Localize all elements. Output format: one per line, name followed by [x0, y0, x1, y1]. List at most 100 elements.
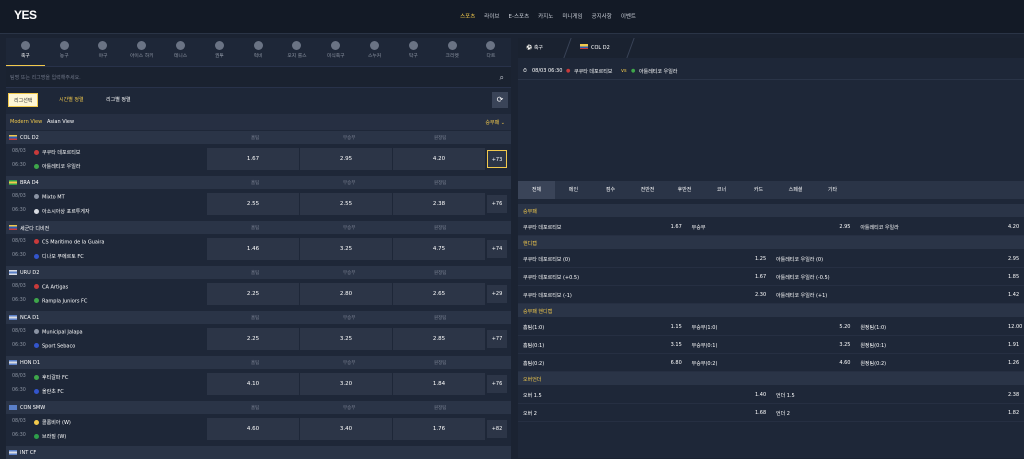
market-odd[interactable]: 3.15	[671, 342, 682, 348]
market-option[interactable]: 언더 2	[776, 410, 790, 417]
market-option[interactable]: 쿠쿠타 데포르티보 (+0.5)	[523, 274, 579, 281]
market-tab[interactable]: 메인	[555, 181, 592, 199]
market-section-title[interactable]: 승무패	[518, 204, 1024, 217]
market-section-title[interactable]: 핸디캡	[518, 236, 1024, 249]
more-markets-button[interactable]: +76	[487, 195, 507, 213]
home-team[interactable]: Municipal Jalapa	[34, 329, 83, 336]
market-option[interactable]: 오버 1.5	[523, 392, 542, 399]
odds-home-button[interactable]: 1.46	[207, 238, 299, 260]
odds-draw-button[interactable]: 3.25	[300, 238, 392, 260]
sport-tab[interactable]: 럭비	[239, 38, 278, 66]
more-markets-button[interactable]: +73	[487, 150, 507, 168]
more-markets-button[interactable]: +29	[487, 285, 507, 303]
odds-away-button[interactable]: 2.85	[393, 328, 485, 350]
market-option[interactable]: 오버 2	[523, 410, 537, 417]
home-team[interactable]: 콜롬비아 (W)	[34, 419, 71, 426]
sport-tab[interactable]: 스누커	[355, 38, 394, 66]
market-option[interactable]: 무승부(0:2)	[692, 360, 718, 367]
nav-sports[interactable]: 스포츠	[460, 12, 475, 20]
sport-tab[interactable]: 크리켓	[433, 38, 472, 66]
league-header[interactable]: NCA D1 홈팀 무승부 원정팀	[6, 311, 511, 324]
market-odd[interactable]: 1.42	[1008, 292, 1019, 298]
search-input[interactable]: 팀명 또는 리그명을 입력해주세요.	[10, 74, 81, 81]
market-odd[interactable]: 4.20	[1008, 224, 1019, 230]
market-odd[interactable]: 3.25	[839, 342, 850, 348]
sport-tab[interactable]: 농구	[45, 38, 84, 66]
odds-away-button[interactable]: 2.65	[393, 283, 485, 305]
odds-draw-button[interactable]: 2.55	[300, 193, 392, 215]
market-option[interactable]: 아틀레티코 우일라 (0)	[776, 256, 823, 263]
odds-away-button[interactable]: 1.76	[393, 418, 485, 440]
away-team[interactable]: 브라질 (W)	[34, 433, 66, 440]
league-header[interactable]: 세군다 디비전 홈팀 무승부 원정팀	[6, 221, 511, 234]
home-team[interactable]: CA Artigas	[34, 284, 68, 291]
market-odd[interactable]: 1.67	[755, 274, 766, 280]
league-header[interactable]: HON D1 홈팀 무승부 원정팀	[6, 356, 511, 369]
more-markets-button[interactable]: +77	[487, 330, 507, 348]
market-tab[interactable]: 점수	[592, 181, 629, 199]
odds-home-button[interactable]: 2.25	[207, 283, 299, 305]
market-option[interactable]: 쿠쿠타 데포르티보 (0)	[523, 256, 570, 263]
league-select-button[interactable]: 리그선택	[8, 93, 39, 107]
market-option[interactable]: 쿠쿠타 데포르티보	[523, 224, 561, 231]
market-odd[interactable]: 2.30	[755, 292, 766, 298]
odds-away-button[interactable]: 2.38	[393, 193, 485, 215]
odds-away-button[interactable]: 4.75	[393, 238, 485, 260]
odds-home-button[interactable]: 1.67	[207, 148, 299, 170]
market-tab[interactable]: 기타	[814, 181, 851, 199]
league-sort-button[interactable]: 리그별 정렬	[101, 93, 136, 107]
home-team[interactable]: Mixto MT	[34, 194, 65, 201]
market-section-title[interactable]: 승무패 핸디캡	[518, 304, 1024, 317]
away-team[interactable]: 올란초 FC	[34, 388, 64, 395]
market-option[interactable]: 쿠쿠타 데포르티보 (-1)	[523, 292, 572, 299]
odds-home-button[interactable]: 2.55	[207, 193, 299, 215]
market-option[interactable]: 무승부	[692, 224, 706, 231]
modern-view-tab[interactable]: Modern View	[10, 119, 42, 125]
market-option[interactable]: 원정팀(0:2)	[860, 360, 886, 367]
detail-sport-tab[interactable]: ⚽ 축구	[526, 38, 543, 58]
market-option[interactable]: 무승부(1:0)	[692, 324, 718, 331]
odds-home-button[interactable]: 4.60	[207, 418, 299, 440]
market-option[interactable]: 아틀레티코 우일라 (-0.5)	[776, 274, 830, 281]
market-option[interactable]: 홈팀(1:0)	[523, 324, 544, 331]
market-tab[interactable]: 코너	[703, 181, 740, 199]
league-header[interactable]: COL D2 홈팀 무승부 원정팀	[6, 131, 511, 144]
odds-draw-button[interactable]: 2.80	[300, 283, 392, 305]
market-odd[interactable]: 1.67	[671, 224, 682, 230]
nav-live[interactable]: 라이브	[484, 12, 499, 20]
odds-home-button[interactable]: 2.25	[207, 328, 299, 350]
market-odd[interactable]: 1.40	[755, 392, 766, 398]
odds-away-button[interactable]: 1.84	[393, 373, 485, 395]
market-odd[interactable]: 1.15	[671, 324, 682, 330]
odds-home-button[interactable]: 4.10	[207, 373, 299, 395]
home-team[interactable]: 쿠쿠타 데포르티보	[34, 149, 80, 156]
market-odd[interactable]: 5.20	[839, 324, 850, 330]
market-odd[interactable]: 1.26	[1008, 360, 1019, 366]
market-option[interactable]: 원정팀(0:1)	[860, 342, 886, 349]
away-team[interactable]: Sport Sebaco	[34, 343, 75, 350]
away-team[interactable]: 아틀레티코 우일라	[34, 163, 80, 170]
sport-tab[interactable]: 축구	[6, 38, 45, 66]
sport-tab[interactable]: 권투	[200, 38, 239, 66]
league-header[interactable]: URU D2 홈팀 무승부 원정팀	[6, 266, 511, 279]
market-tab[interactable]: 스페셜	[777, 181, 814, 199]
nav-minigame[interactable]: 미니게임	[562, 12, 582, 20]
market-odd[interactable]: 4.60	[839, 360, 850, 366]
market-section-title[interactable]: 오버언더	[518, 372, 1024, 385]
market-odd[interactable]: 2.95	[1008, 256, 1019, 262]
market-odd[interactable]: 2.95	[839, 224, 850, 230]
market-odd[interactable]: 12.00	[1008, 324, 1022, 330]
market-option[interactable]: 홈팀(0:2)	[523, 360, 544, 367]
market-option[interactable]: 홈팀(0:1)	[523, 342, 544, 349]
search-icon[interactable]: ⌕	[500, 73, 504, 83]
nav-casino[interactable]: 카지노	[538, 12, 553, 20]
home-team[interactable]: CS Maritimo de la Guaira	[34, 239, 104, 246]
market-option[interactable]: 언더 1.5	[776, 392, 795, 399]
market-option[interactable]: 아틀레티코 우일라	[860, 224, 898, 231]
market-odd[interactable]: 1.68	[755, 410, 766, 416]
sport-tab[interactable]: 탁구	[394, 38, 433, 66]
sport-tab[interactable]: 아이스 하키	[122, 38, 161, 66]
nav-esports[interactable]: E-스포츠	[508, 12, 529, 20]
search-bar[interactable]: 팀명 또는 리그명을 입력해주세요. ⌕	[6, 66, 511, 88]
odds-draw-button[interactable]: 3.20	[300, 373, 392, 395]
